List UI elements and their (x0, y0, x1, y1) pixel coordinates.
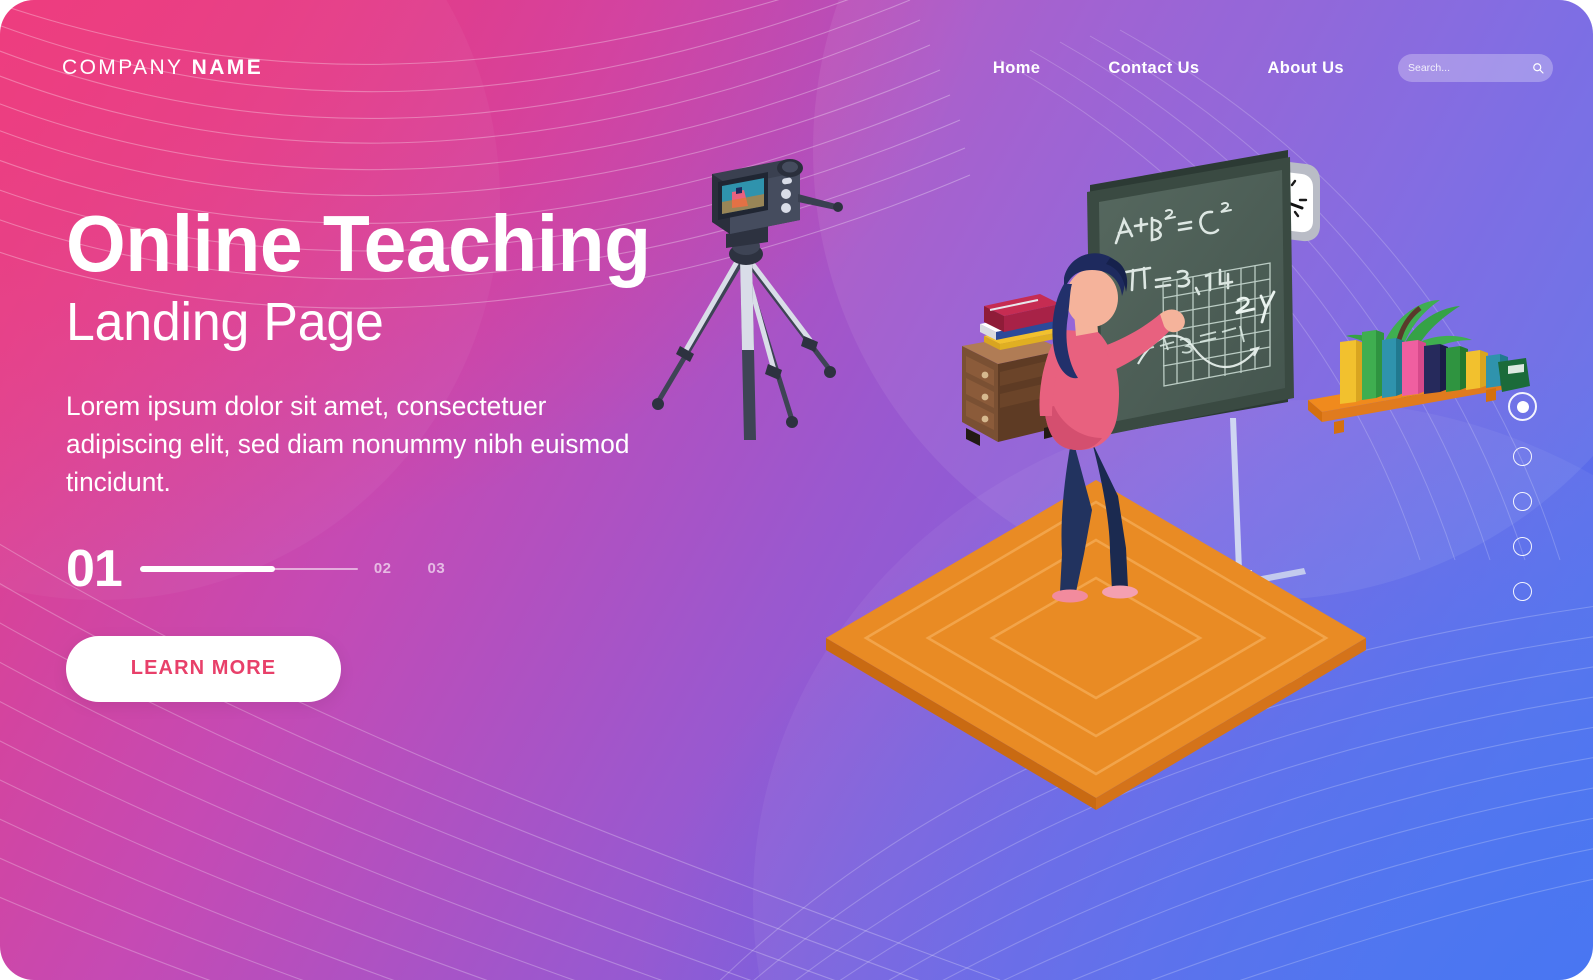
pagination-dot-5[interactable] (1513, 582, 1532, 601)
hero-paragraph: Lorem ipsum dolor sit amet, consectetuer… (66, 390, 630, 498)
pagination-dot-4[interactable] (1513, 537, 1532, 556)
slide-number-02[interactable]: 02 (374, 560, 392, 577)
learn-more-button[interactable]: LEARN MORE (66, 635, 341, 702)
brand-name-bold: NAME (191, 56, 264, 79)
brand-name-light: COMPANY (62, 56, 184, 79)
search-icon[interactable] (1532, 62, 1544, 74)
wall-bookshelf (1308, 300, 1530, 434)
slide-current-number: 01 (66, 539, 123, 598)
book-stack (980, 294, 1060, 350)
page-subtitle: Landing Page (66, 292, 384, 353)
main-navigation: Home Contact Us About Us (993, 51, 1553, 86)
slide-progress-fill (139, 565, 275, 572)
site-header: COMPANY NAME Home Contact Us About Us (0, 0, 1593, 136)
page-title: Online Teaching (66, 199, 651, 288)
pagination-dot-2[interactable] (1513, 447, 1532, 466)
brand-logo[interactable]: COMPANY NAME (62, 56, 263, 80)
slide-pagination (1508, 392, 1537, 601)
slide-progress-track[interactable] (139, 565, 358, 572)
slide-indicator: 01 02 03 (66, 542, 926, 596)
slide-number-03[interactable]: 03 (428, 560, 446, 577)
search-box[interactable] (1398, 54, 1553, 82)
nav-item-contact-us[interactable]: Contact Us (1108, 51, 1199, 86)
pagination-dot-1[interactable] (1508, 392, 1537, 421)
search-input[interactable] (1408, 54, 1526, 82)
landing-page-root: COMPANY NAME Home Contact Us About Us On… (0, 0, 1593, 980)
hero-section: Online Teaching Landing Page Lorem ipsum… (66, 199, 926, 702)
pagination-dot-3[interactable] (1513, 492, 1532, 511)
nav-item-home[interactable]: Home (993, 51, 1040, 86)
nav-item-about-us[interactable]: About Us (1267, 51, 1344, 86)
